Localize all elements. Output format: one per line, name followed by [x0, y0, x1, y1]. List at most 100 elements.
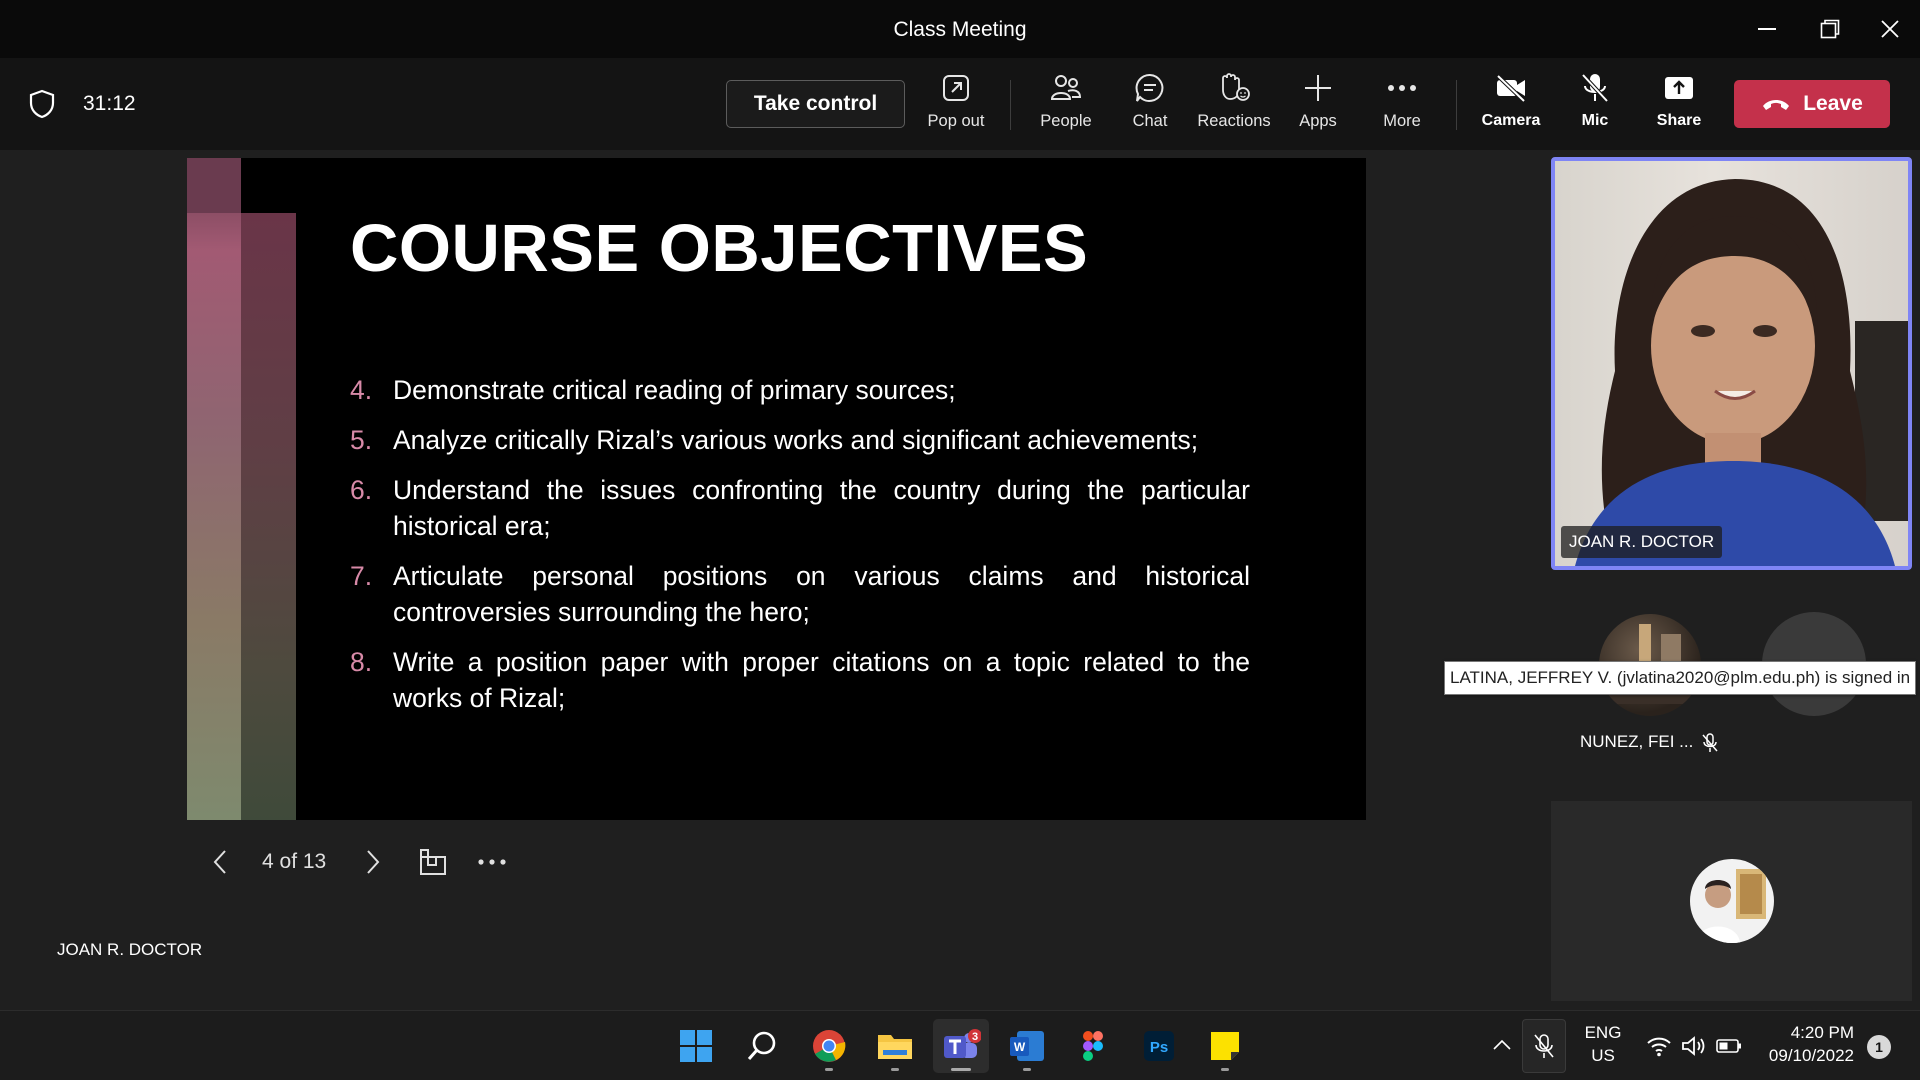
reactions-button[interactable]: Reactions — [1192, 70, 1276, 140]
toolbar-divider — [1456, 80, 1457, 130]
sticky-notes-app[interactable] — [1197, 1019, 1253, 1073]
grid-view-icon — [420, 849, 446, 875]
minimize-button[interactable] — [1747, 12, 1787, 46]
teams-app[interactable]: 3 — [933, 1019, 989, 1073]
file-explorer-app[interactable] — [867, 1019, 923, 1073]
active-speaker-video[interactable]: JOAN R. DOCTOR — [1551, 157, 1912, 570]
next-slide-button[interactable] — [353, 838, 393, 886]
chevron-left-icon — [213, 850, 226, 874]
participant-name-text: NUNEZ, FEI ... — [1580, 732, 1694, 751]
apps-button[interactable]: Apps — [1276, 70, 1360, 140]
title-bar: Class Meeting — [0, 0, 1920, 58]
running-indicator — [1023, 1068, 1031, 1071]
figma-icon — [1083, 1031, 1103, 1061]
start-button[interactable] — [668, 1019, 724, 1073]
running-indicator — [951, 1068, 971, 1071]
apps-label: Apps — [1299, 112, 1337, 130]
meeting-toolbar: 31:12 Take control Pop out People Chat R… — [0, 58, 1920, 150]
share-button[interactable]: Share — [1637, 70, 1721, 140]
objective-number: 8. — [350, 647, 373, 677]
speaker-name-tag: JOAN R. DOCTOR — [1561, 526, 1723, 558]
objective-text: Understand the issues confronting the co… — [393, 475, 1250, 541]
take-control-button[interactable]: Take control — [726, 80, 905, 128]
share-icon — [1661, 70, 1697, 106]
more-button[interactable]: More — [1360, 70, 1444, 140]
svg-text:Ps: Ps — [1150, 1039, 1168, 1056]
slide-more-options-button[interactable] — [472, 838, 512, 886]
chrome-app[interactable] — [801, 1019, 857, 1073]
participant-video-image — [1575, 179, 1908, 566]
figma-app[interactable] — [1065, 1019, 1121, 1073]
list-item: 4. Demonstrate critical reading of primar… — [350, 372, 1250, 408]
running-indicator — [891, 1068, 899, 1071]
mic-button[interactable]: Mic — [1553, 70, 1637, 140]
teams-badge-count: 3 — [972, 1031, 978, 1043]
sticky-notes-icon — [1211, 1032, 1239, 1060]
shield-icon[interactable] — [26, 88, 58, 120]
presenter-name: JOAN R. DOCTOR — [57, 940, 203, 959]
tray-mic-button[interactable] — [1522, 1019, 1566, 1073]
pop-out-label: Pop out — [927, 112, 985, 130]
chevron-right-icon — [367, 850, 380, 874]
pop-out-icon — [938, 70, 974, 106]
svg-text:W: W — [1014, 1040, 1026, 1054]
folder-icon — [878, 1035, 912, 1059]
clock[interactable]: 4:20 PM 09/10/2022 — [1760, 1023, 1854, 1066]
slide-decor-bar-top — [187, 158, 241, 213]
plus-icon — [1300, 70, 1336, 106]
leave-button[interactable]: Leave — [1734, 80, 1890, 128]
avatar-photo — [1696, 869, 1766, 943]
search-button[interactable] — [734, 1019, 790, 1073]
people-label: People — [1040, 112, 1092, 130]
more-label: More — [1383, 112, 1421, 130]
toolbar-divider — [1010, 80, 1011, 130]
list-item: 7. Articulate personal positions on vario… — [350, 558, 1250, 630]
more-icon — [1384, 70, 1420, 106]
close-button[interactable] — [1870, 12, 1910, 46]
notification-badge[interactable]: 1 — [1867, 1035, 1891, 1059]
camera-off-icon — [1493, 70, 1529, 106]
search-icon — [747, 1031, 776, 1060]
photoshop-app[interactable]: Ps — [1131, 1019, 1187, 1073]
battery-icon[interactable] — [1716, 1037, 1742, 1055]
objective-text: Demonstrate critical reading of primary … — [393, 375, 956, 405]
chevron-up-icon[interactable] — [1492, 1039, 1512, 1051]
windows-taskbar: 3 W Ps ENG US 4:20 PM 09/10/2022 1 — [0, 1010, 1920, 1080]
chrome-icon — [813, 1030, 846, 1062]
photoshop-icon: Ps — [1144, 1031, 1174, 1061]
language-indicator[interactable]: ENG US — [1582, 1023, 1624, 1066]
mic-off-icon — [1577, 70, 1613, 106]
meeting-timer: 31:12 — [83, 92, 136, 115]
slide-counter: 4 of 13 — [262, 850, 327, 873]
phone-hangup-icon — [1763, 100, 1790, 110]
word-icon: W — [1010, 1031, 1044, 1061]
slide-grid-button[interactable] — [413, 838, 453, 886]
participant-avatar — [1690, 859, 1774, 943]
leave-label: Leave — [1803, 92, 1863, 115]
people-button[interactable]: People — [1024, 70, 1108, 140]
camera-button[interactable]: Camera — [1469, 70, 1553, 140]
restore-button[interactable] — [1810, 12, 1850, 46]
participant-tile[interactable] — [1551, 801, 1912, 1001]
mic-muted-icon — [1534, 1034, 1554, 1058]
previous-slide-button[interactable] — [200, 838, 240, 886]
volume-icon[interactable] — [1681, 1035, 1707, 1057]
objective-text: Analyze critically Rizal’s various works… — [393, 425, 1199, 455]
slide-title: COURSE OBJECTIVES — [350, 211, 1089, 286]
list-item: 6. Understand the issues confronting the … — [350, 472, 1250, 544]
pop-out-button[interactable]: Pop out — [914, 70, 998, 140]
clock-time: 4:20 PM — [1790, 1023, 1854, 1042]
mic-muted-icon — [1702, 733, 1718, 752]
windows-start-icon — [680, 1030, 712, 1062]
slide-decor-bar — [187, 158, 241, 820]
chat-button[interactable]: Chat — [1108, 70, 1192, 140]
objective-number: 5. — [350, 425, 373, 455]
objective-text: Articulate personal positions on various… — [393, 561, 1250, 627]
chat-label: Chat — [1132, 112, 1168, 130]
teams-icon: 3 — [944, 1029, 981, 1058]
slide-decor-bar-inner — [241, 213, 296, 820]
objective-number: 7. — [350, 561, 373, 591]
running-indicator — [1221, 1068, 1229, 1071]
wifi-icon[interactable] — [1646, 1035, 1672, 1057]
word-app[interactable]: W — [999, 1019, 1055, 1073]
